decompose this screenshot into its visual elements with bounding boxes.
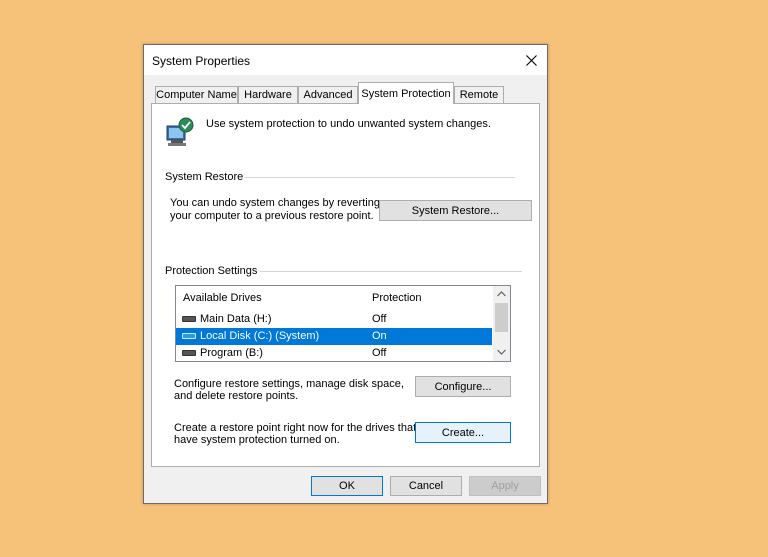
ok-button[interactable]: OK bbox=[311, 476, 383, 496]
drives-list[interactable]: Available Drives Protection Main Data (H… bbox=[175, 285, 511, 362]
protection-settings-group-label: Protection Settings bbox=[165, 265, 258, 277]
chevron-down-icon[interactable] bbox=[497, 349, 506, 355]
drive-row-local-disk-c[interactable]: Local Disk (C:) (System) On bbox=[176, 328, 492, 345]
create-description-1: Create a restore point right now for the… bbox=[174, 422, 417, 434]
configure-description-1: Configure restore settings, manage disk … bbox=[174, 378, 404, 390]
system-protection-icon bbox=[166, 117, 194, 146]
cancel-button[interactable]: Cancel bbox=[390, 476, 462, 496]
apply-button[interactable]: Apply bbox=[469, 476, 541, 496]
protection-settings-divider bbox=[260, 271, 522, 272]
tab-computer-name[interactable]: Computer Name bbox=[155, 86, 238, 103]
scrollbar-thumb[interactable] bbox=[495, 303, 508, 332]
drive-row-main-data[interactable]: Main Data (H:) Off bbox=[176, 311, 492, 328]
tab-hardware[interactable]: Hardware bbox=[238, 86, 298, 103]
configure-button[interactable]: Configure... bbox=[415, 376, 511, 397]
title-bar: System Properties bbox=[144, 45, 547, 75]
system-drive-icon bbox=[182, 333, 196, 339]
close-button[interactable] bbox=[515, 45, 547, 75]
close-icon bbox=[525, 54, 537, 66]
system-restore-description-1: You can undo system changes by reverting bbox=[170, 197, 380, 209]
drive-icon bbox=[182, 316, 196, 322]
column-header-available-drives: Available Drives bbox=[183, 292, 262, 304]
column-header-protection: Protection bbox=[372, 292, 422, 304]
tab-remote[interactable]: Remote bbox=[454, 86, 504, 103]
create-button[interactable]: Create... bbox=[415, 422, 511, 443]
drive-icon bbox=[182, 350, 196, 356]
system-restore-button[interactable]: System Restore... bbox=[379, 200, 532, 221]
system-restore-divider bbox=[244, 177, 515, 178]
tab-system-protection[interactable]: System Protection bbox=[358, 82, 454, 104]
header-description: Use system protection to undo unwanted s… bbox=[206, 118, 491, 130]
configure-description-2: and delete restore points. bbox=[174, 390, 299, 402]
window-title: System Properties bbox=[152, 54, 251, 68]
create-description-2: have system protection turned on. bbox=[174, 434, 340, 446]
system-properties-dialog: System Properties Computer Name Hardware… bbox=[143, 44, 548, 504]
chevron-up-icon[interactable] bbox=[497, 291, 506, 297]
tab-advanced[interactable]: Advanced bbox=[298, 86, 358, 103]
drive-row-program-b[interactable]: Program (B:) Off bbox=[176, 345, 492, 361]
system-restore-group-label: System Restore bbox=[165, 171, 244, 183]
system-restore-description-2: your computer to a previous restore poin… bbox=[170, 210, 374, 222]
drives-list-scrollbar[interactable] bbox=[493, 286, 510, 361]
